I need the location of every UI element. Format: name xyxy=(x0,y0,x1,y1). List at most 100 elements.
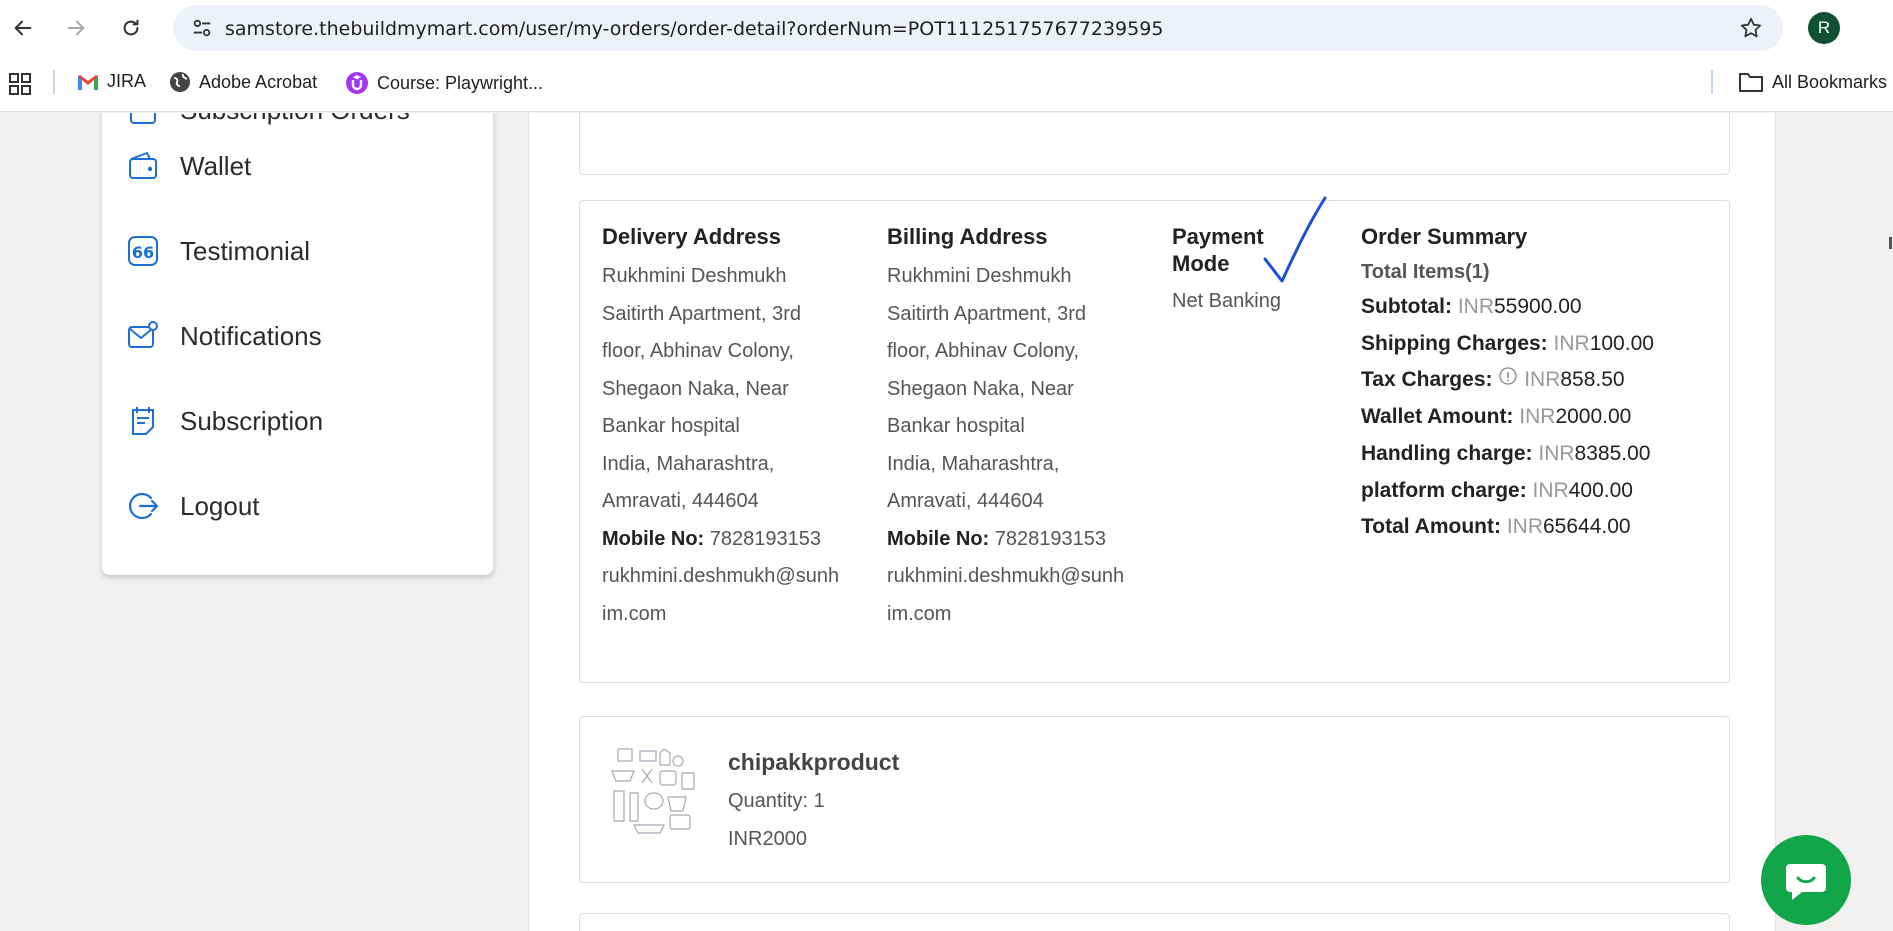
address-line: Rukhmini Deshmukh xyxy=(887,265,1072,287)
address-line: Saitirth Apartment, 3rd xyxy=(602,302,801,325)
total-items: Total Items(1) xyxy=(1361,261,1490,283)
annotation-checkmark-icon xyxy=(1263,196,1327,283)
billing-address: Billing Address Rukhmini Deshmukh Saitir… xyxy=(887,223,1124,633)
globe-icon xyxy=(170,72,190,92)
chat-widget-button[interactable] xyxy=(1761,835,1851,925)
sidebar-item-wallet[interactable]: Wallet xyxy=(126,149,251,183)
summary-label: Total Amount: xyxy=(1361,515,1501,539)
chat-bubble-icon xyxy=(1786,864,1826,900)
wallet-icon xyxy=(129,152,157,179)
summary-amount: 858.50 xyxy=(1560,368,1625,392)
address-line: floor, Abhinav Colony, xyxy=(602,340,794,362)
summary-row-wallet: Wallet Amount: INR2000.00 xyxy=(1361,399,1654,436)
all-bookmarks-button[interactable]: All Bookmarks xyxy=(1738,71,1887,93)
summary-amount: 8385.00 xyxy=(1574,441,1651,465)
summary-row-platform: platform charge: INR400.00 xyxy=(1361,473,1654,510)
site-info-icon[interactable] xyxy=(191,17,213,39)
delivery-address: Delivery Address Rukhmini Deshmukh Saiti… xyxy=(602,223,839,633)
mobile-label: Mobile No: xyxy=(887,527,990,550)
mobile-label: Mobile No: xyxy=(602,527,705,550)
summary-row-tax: Tax Charges: INR858.50 xyxy=(1361,362,1654,399)
sidebar-item-subscription-orders[interactable]: Subscription Orders xyxy=(126,113,410,127)
bookmark-label: Adobe Acrobat xyxy=(199,71,318,92)
sidebar-item-subscription[interactable]: Subscription xyxy=(126,404,323,438)
email-line: im.com xyxy=(887,602,952,625)
address-line: Rukhmini Deshmukh xyxy=(602,265,787,287)
summary-label: Wallet Amount: xyxy=(1361,405,1514,429)
mobile-number: 7828193153 xyxy=(709,527,822,550)
url-text: samstore.thebuildmymart.com/user/my-orde… xyxy=(225,18,1164,40)
currency-label: INR xyxy=(1506,515,1543,539)
mobile-number: 7828193153 xyxy=(994,527,1107,550)
summary-label: Tax Charges: xyxy=(1361,368,1493,392)
arrow-right-icon xyxy=(67,20,85,36)
delivery-mobile: Mobile No: 7828193153 xyxy=(602,521,839,559)
order-detail-panel: Delivery Address Rukhmini Deshmukh Saiti… xyxy=(528,113,1776,931)
summary-label: Handling charge: xyxy=(1361,441,1533,465)
summary-row-shipping: Shipping Charges: INR100.00 xyxy=(1361,326,1654,363)
sidebar-item-label: Subscription xyxy=(180,405,324,436)
order-summary-title: Order Summary xyxy=(1361,224,1528,249)
sidebar-item-logout[interactable]: Logout xyxy=(126,489,260,523)
payment-title-line: Payment xyxy=(1172,224,1264,249)
bookmarks-separator xyxy=(53,70,55,94)
apps-grid-icon[interactable] xyxy=(8,72,32,96)
address-bar[interactable]: samstore.thebuildmymart.com/user/my-orde… xyxy=(173,5,1783,51)
sidebar-item-label: Logout xyxy=(180,490,260,521)
email-line: rukhmini.deshmukh@sunh xyxy=(887,565,1125,587)
sidebar-item-notifications[interactable]: Notifications xyxy=(126,319,322,353)
address-line: India, Maharashtra, xyxy=(887,452,1060,475)
summary-label: platform charge: xyxy=(1361,478,1527,502)
sidebar-item-testimonial[interactable]: 66 Testimonial xyxy=(126,234,310,268)
profile-avatar[interactable]: R xyxy=(1808,12,1840,44)
billing-address-title: Billing Address xyxy=(887,224,1048,249)
scrollbar-thumb[interactable] xyxy=(1889,237,1892,249)
summary-row-handling: Handling charge: INR8385.00 xyxy=(1361,436,1654,473)
next-card xyxy=(579,913,1730,931)
bookmark-star-icon[interactable] xyxy=(1739,16,1763,40)
summary-amount: 2000.00 xyxy=(1555,405,1632,429)
account-sidebar: Subscription Orders Wallet 66 Testimonia… xyxy=(102,113,493,575)
svg-text:66: 66 xyxy=(132,243,154,262)
product-name[interactable]: chipakkproduct xyxy=(728,749,899,776)
product-image[interactable] xyxy=(604,743,700,839)
currency-label: INR xyxy=(1553,331,1590,355)
order-info-card: Delivery Address Rukhmini Deshmukh Saiti… xyxy=(579,196,1730,683)
summary-amount: 100.00 xyxy=(1589,331,1654,355)
currency-label: INR xyxy=(1538,441,1575,465)
currency-label: INR xyxy=(1532,478,1569,502)
bookmark-course-playwright[interactable]: Course: Playwright... xyxy=(345,71,543,95)
subscription-icon xyxy=(132,407,154,435)
bookmark-adobe-acrobat[interactable]: Adobe Acrobat xyxy=(169,71,317,93)
quote-icon: 66 xyxy=(128,236,158,266)
logout-icon xyxy=(129,492,159,520)
bookmark-label: JIRA xyxy=(107,71,147,91)
bookmark-label: Course: Playwright... xyxy=(377,72,544,93)
summary-label: Shipping Charges: xyxy=(1361,331,1548,355)
reload-icon xyxy=(123,19,139,36)
info-icon[interactable] xyxy=(1498,367,1518,387)
address-line: India, Maharashtra, xyxy=(602,452,775,475)
sidebar-item-label: Notifications xyxy=(180,320,322,351)
address-line: Shegaon Naka, Near xyxy=(887,377,1074,400)
summary-row-subtotal: Subtotal: INR55900.00 xyxy=(1361,289,1654,326)
billing-mobile: Mobile No: 7828193153 xyxy=(887,521,1124,559)
page-content: Subscription Orders Wallet 66 Testimonia… xyxy=(0,113,1893,931)
bookmarks-separator xyxy=(1711,70,1713,94)
summary-label: Subtotal: xyxy=(1361,295,1452,318)
product-card[interactable]: chipakkproduct Quantity: 1 INR2000 xyxy=(579,716,1730,883)
address-line: Saitirth Apartment, 3rd xyxy=(887,302,1086,325)
address-line: Bankar hospital xyxy=(887,415,1025,437)
gmail-icon xyxy=(78,74,98,90)
order-summary: Order Summary Total Items(1) Subtotal: I… xyxy=(1361,223,1654,546)
sidebar-item-label: Wallet xyxy=(180,150,252,181)
bookmarks-bar: JIRA Adobe Acrobat Course: Playwright...… xyxy=(0,56,1893,112)
bookmark-jira[interactable]: JIRA xyxy=(77,71,146,92)
back-button[interactable] xyxy=(7,12,39,44)
mail-notification-icon xyxy=(128,321,158,348)
reload-button[interactable] xyxy=(115,12,147,44)
address-line: floor, Abhinav Colony, xyxy=(887,340,1079,362)
forward-button[interactable] xyxy=(60,12,92,44)
summary-row-total: Total Amount: INR65644.00 xyxy=(1361,509,1654,546)
summary-amount: 65644.00 xyxy=(1542,515,1631,539)
